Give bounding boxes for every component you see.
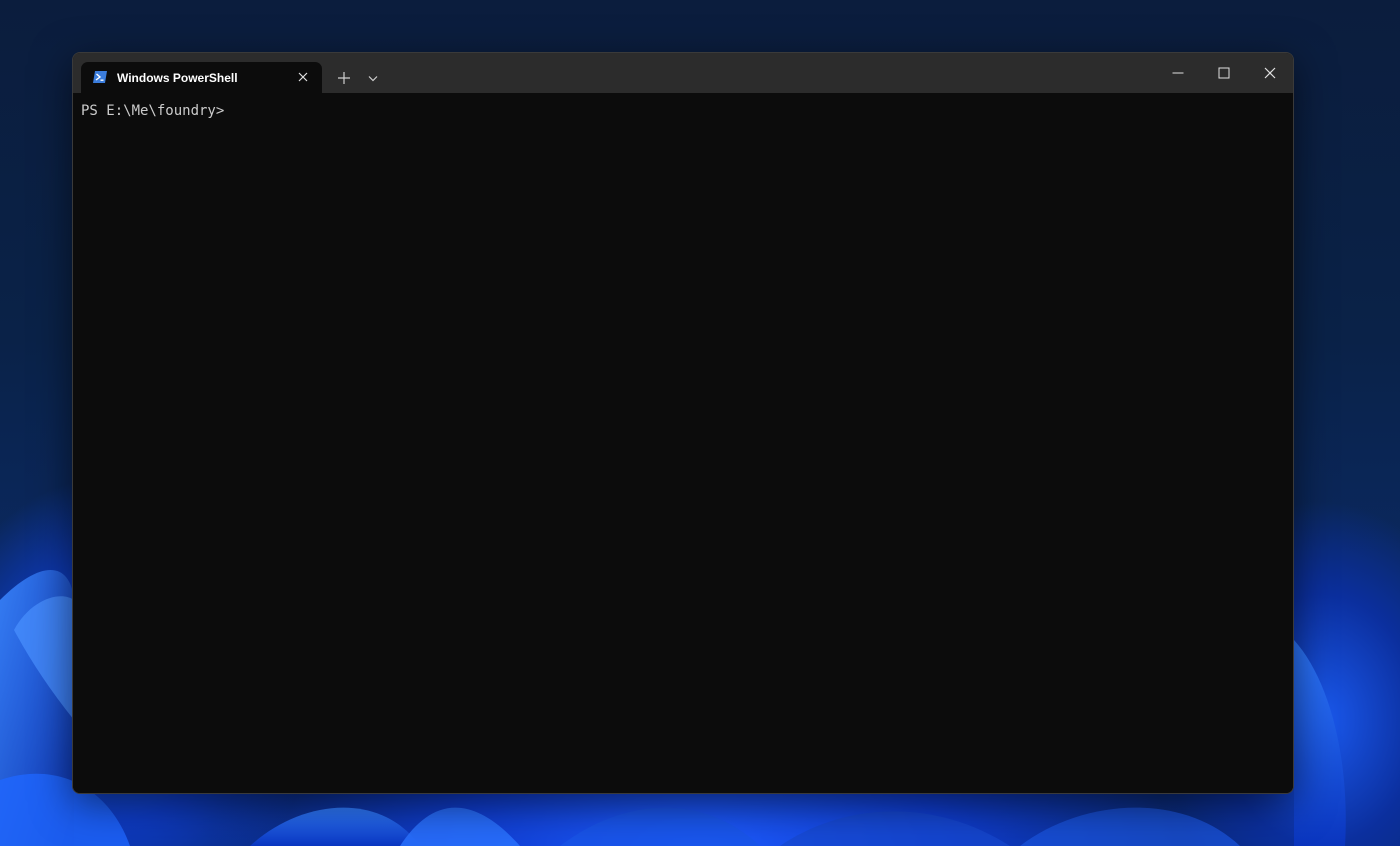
chevron-down-icon bbox=[368, 76, 378, 82]
terminal-output[interactable]: PS E:\Me\foundry> bbox=[73, 93, 1293, 793]
close-window-button[interactable] bbox=[1247, 53, 1293, 93]
plus-icon bbox=[338, 72, 350, 84]
maximize-button[interactable] bbox=[1201, 53, 1247, 93]
title-bar[interactable]: Windows PowerShell bbox=[73, 53, 1293, 93]
terminal-window: Windows PowerShell PS E:\Me\foundry> bbox=[72, 52, 1294, 794]
new-tab-button[interactable] bbox=[332, 67, 356, 89]
tab-title: Windows PowerShell bbox=[117, 71, 238, 85]
command-prompt: PS E:\Me\foundry> bbox=[81, 103, 225, 119]
powershell-icon bbox=[92, 70, 108, 84]
minimize-button[interactable] bbox=[1155, 53, 1201, 93]
tab-dropdown-button[interactable] bbox=[362, 67, 384, 89]
minimize-icon bbox=[1172, 72, 1184, 74]
tab-windows-powershell[interactable]: Windows PowerShell bbox=[81, 62, 322, 93]
maximize-icon bbox=[1218, 67, 1230, 79]
close-icon bbox=[1264, 67, 1276, 79]
close-tab-icon[interactable] bbox=[296, 70, 310, 84]
